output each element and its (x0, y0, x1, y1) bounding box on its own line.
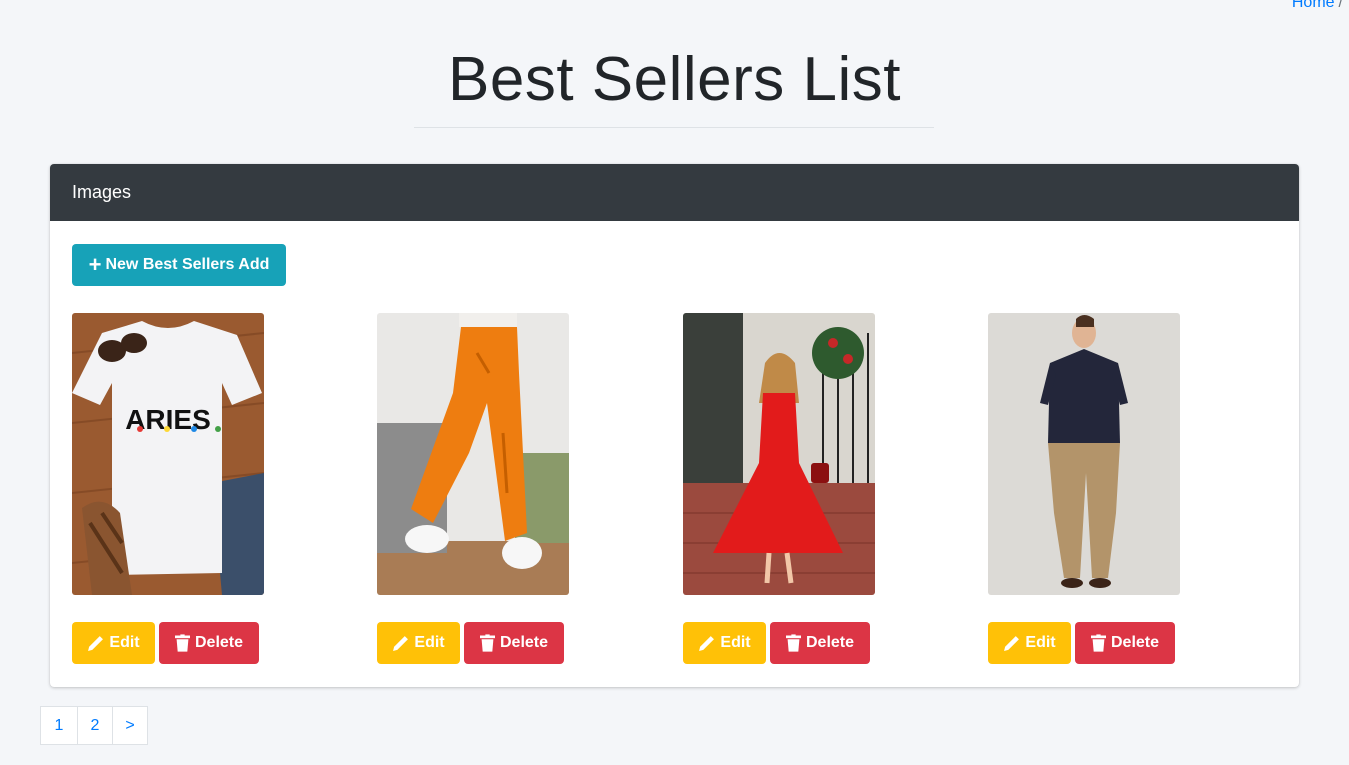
best-seller-item: Edit Delete (377, 313, 569, 664)
delete-button[interactable]: Delete (770, 622, 870, 664)
page-link-next[interactable]: > (112, 706, 148, 745)
images-card: Images + New Best Sellers Add ARIES Edit… (50, 164, 1299, 687)
delete-button[interactable]: Delete (159, 622, 259, 664)
delete-label: Delete (1110, 634, 1160, 651)
edit-button[interactable]: Edit (72, 622, 155, 664)
trash-icon (174, 634, 190, 652)
page-title: Best Sellers List (447, 45, 901, 114)
item-actions: Edit Delete (683, 622, 870, 664)
edit-button[interactable]: Edit (377, 622, 460, 664)
breadcrumb-separator: / (1338, 0, 1343, 11)
trash-icon (479, 634, 495, 652)
page-link-2[interactable]: 2 (77, 706, 113, 745)
plus-icon: + (88, 252, 102, 277)
add-button-label: New Best Sellers Add (105, 256, 270, 273)
new-best-seller-add-button[interactable]: + New Best Sellers Add (72, 244, 286, 286)
orange-cargo-pants-image (377, 313, 569, 595)
edit-label: Edit (109, 634, 140, 651)
navy-polo-khaki-pants-image (988, 313, 1180, 595)
edit-label: Edit (1025, 634, 1056, 651)
delete-label: Delete (805, 634, 855, 651)
white-aries-tshirt-image: ARIES (72, 313, 264, 595)
best-seller-item: Edit Delete (683, 313, 875, 664)
breadcrumb: Home / (1292, 0, 1343, 12)
breadcrumb-home-link[interactable]: Home (1292, 0, 1335, 11)
best-seller-item: ARIES Edit Delete (72, 313, 264, 664)
item-actions: Edit Delete (988, 622, 1175, 664)
item-actions: Edit Delete (72, 622, 259, 664)
delete-button[interactable]: Delete (464, 622, 564, 664)
edit-button[interactable]: Edit (988, 622, 1071, 664)
item-actions: Edit Delete (377, 622, 564, 664)
edit-label: Edit (720, 634, 751, 651)
trash-icon (785, 634, 801, 652)
card-header: Images (50, 164, 1299, 221)
edit-label: Edit (414, 634, 445, 651)
pencil-icon (699, 635, 715, 651)
edit-button[interactable]: Edit (683, 622, 766, 664)
best-seller-item: Edit Delete (988, 313, 1180, 664)
trash-icon (1090, 634, 1106, 652)
pagination: 1 2 > (40, 706, 148, 745)
pencil-icon (88, 635, 104, 651)
page-link-1[interactable]: 1 (40, 706, 78, 745)
red-dress-image (683, 313, 875, 595)
pencil-icon (1004, 635, 1020, 651)
delete-label: Delete (499, 634, 549, 651)
delete-label: Delete (194, 634, 244, 651)
delete-button[interactable]: Delete (1075, 622, 1175, 664)
pencil-icon (393, 635, 409, 651)
title-divider (414, 127, 934, 128)
